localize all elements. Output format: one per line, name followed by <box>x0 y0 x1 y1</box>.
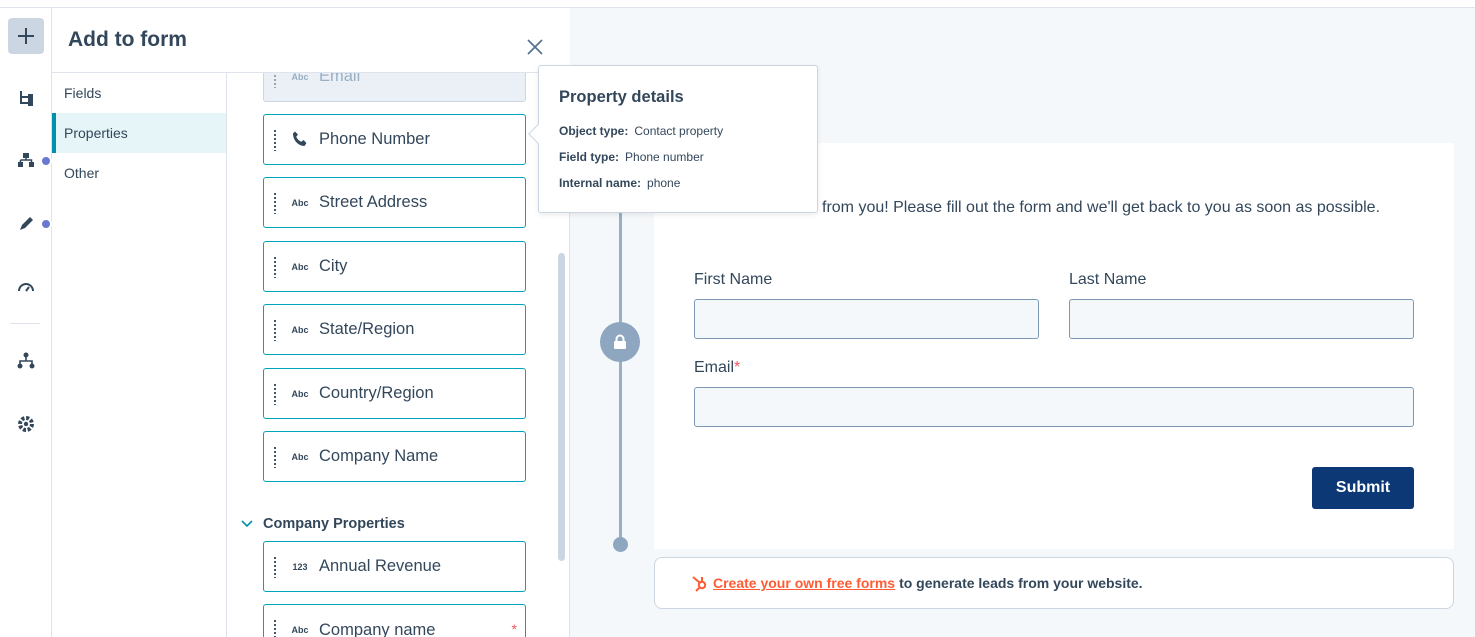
email-input[interactable] <box>694 387 1414 427</box>
field-label: Street Address <box>319 193 428 211</box>
notification-dot <box>40 218 52 230</box>
panel-title: Add to form <box>68 28 187 51</box>
field-country-region[interactable]: Abc Country/Region <box>263 368 526 419</box>
drag-handle-icon[interactable] <box>273 192 277 214</box>
field-label: Phone Number <box>319 130 430 148</box>
tab-properties[interactable]: Properties <box>52 113 226 153</box>
first-name-input[interactable] <box>694 299 1039 339</box>
field-email: Abc Email <box>263 73 526 102</box>
field-label: Company Name <box>319 447 439 465</box>
text-type-icon: Abc <box>291 197 309 208</box>
field-state-region[interactable]: Abc State/Region <box>263 304 526 355</box>
chevron-down-icon <box>241 520 253 528</box>
submit-button[interactable]: Submit <box>1312 467 1414 509</box>
required-mark: * <box>734 359 741 376</box>
form-intro-text: from you! Please fill out the form and w… <box>822 199 1381 216</box>
hubspot-icon <box>692 576 707 592</box>
property-list: Abc Email Phone Number Abc Street Addres… <box>227 73 570 637</box>
field-label: Company name <box>319 621 436 637</box>
close-icon[interactable] <box>526 38 544 56</box>
rail-divider <box>10 323 40 324</box>
drag-handle-icon[interactable] <box>273 446 277 468</box>
timeline-line <box>619 210 622 546</box>
tooltip-row-internal-name: Internal name: phone <box>559 176 681 190</box>
panel-header: Add to form <box>52 8 570 73</box>
hierarchy-icon[interactable] <box>8 142 44 178</box>
tooltip-row-field-type: Field type: Phone number <box>559 150 704 164</box>
text-type-icon: Abc <box>291 73 309 82</box>
first-name-label: First Name <box>694 271 773 288</box>
promo-banner: Create your own free forms to generate l… <box>654 557 1454 609</box>
field-annual-revenue[interactable]: 123 Annual Revenue <box>263 541 526 592</box>
field-street-address[interactable]: Abc Street Address <box>263 177 526 228</box>
drag-handle-icon[interactable] <box>273 256 277 278</box>
drag-handle-icon[interactable] <box>273 556 277 578</box>
lock-icon[interactable] <box>600 322 640 362</box>
tab-fields[interactable]: Fields <box>52 73 226 113</box>
panel-tabs: Fields Properties Other <box>52 73 227 637</box>
tooltip-row-object-type: Object type: Contact property <box>559 124 724 138</box>
field-phone-number[interactable]: Phone Number <box>263 114 526 165</box>
add-to-form-panel: Add to form Fields Properties Other Abc … <box>52 8 570 637</box>
drag-handle-icon[interactable] <box>273 129 277 151</box>
text-type-icon: Abc <box>291 324 309 335</box>
left-rail <box>0 8 52 637</box>
notification-dot <box>40 155 52 167</box>
section-company-properties[interactable]: Company Properties <box>241 516 405 532</box>
promo-suffix: to generate leads from your website. <box>899 575 1143 591</box>
drag-handle-icon[interactable] <box>273 319 277 341</box>
property-details-tooltip: Property details Object type: Contact pro… <box>528 65 818 213</box>
scrollbar[interactable] <box>558 253 565 561</box>
text-type-icon: Abc <box>291 261 309 272</box>
field-label: Country/Region <box>319 384 434 402</box>
field-label: State/Region <box>319 320 415 338</box>
number-type-icon: 123 <box>292 561 308 572</box>
last-name-input[interactable] <box>1069 299 1414 339</box>
tab-other[interactable]: Other <box>52 153 226 193</box>
tooltip-title: Property details <box>559 88 684 106</box>
field-city[interactable]: Abc City <box>263 241 526 292</box>
last-name-label: Last Name <box>1069 271 1147 288</box>
field-label: City <box>319 257 348 275</box>
drag-handle-icon[interactable] <box>273 619 277 637</box>
pencil-icon[interactable] <box>8 206 44 242</box>
drag-handle-icon <box>273 73 277 88</box>
section-title: Company Properties <box>263 516 405 532</box>
flow-icon[interactable] <box>8 80 44 116</box>
email-label-text: Email <box>694 359 735 376</box>
field-company-name-company[interactable]: Abc Company name * <box>263 604 526 637</box>
gear-icon[interactable] <box>8 406 44 442</box>
text-type-icon: Abc <box>291 388 309 399</box>
add-icon[interactable] <box>8 18 44 54</box>
timeline-end <box>613 537 628 552</box>
text-type-icon: Abc <box>291 625 309 635</box>
email-label: Email* <box>694 359 740 377</box>
required-mark: * <box>511 621 517 637</box>
phone-icon <box>290 130 310 150</box>
field-label: Annual Revenue <box>319 557 442 575</box>
field-label: Email <box>319 73 361 85</box>
top-bar <box>0 0 1475 8</box>
gauge-icon[interactable] <box>8 269 44 305</box>
field-company-name[interactable]: Abc Company Name <box>263 431 526 482</box>
create-forms-link[interactable]: Create your own free forms <box>713 575 895 591</box>
text-type-icon: Abc <box>291 451 309 462</box>
network-icon[interactable] <box>8 343 44 379</box>
drag-handle-icon[interactable] <box>273 383 277 405</box>
